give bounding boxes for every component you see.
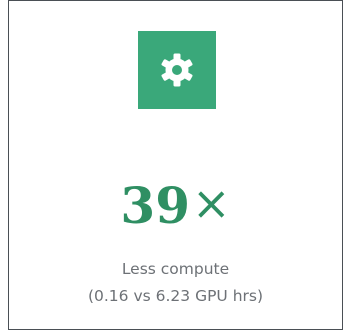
metric-label: Less compute xyxy=(121,260,230,278)
stat-card: 39× Less compute (0.16 vs 6.23 GPU hrs) xyxy=(8,0,343,330)
metric-value: 39 xyxy=(120,176,191,235)
gear-icon xyxy=(161,53,193,87)
metric: 39× xyxy=(9,180,342,231)
metric-detail: (0.16 vs 6.23 GPU hrs) xyxy=(87,287,264,305)
icon-tile xyxy=(138,31,216,109)
metric-suffix: × xyxy=(192,176,231,230)
